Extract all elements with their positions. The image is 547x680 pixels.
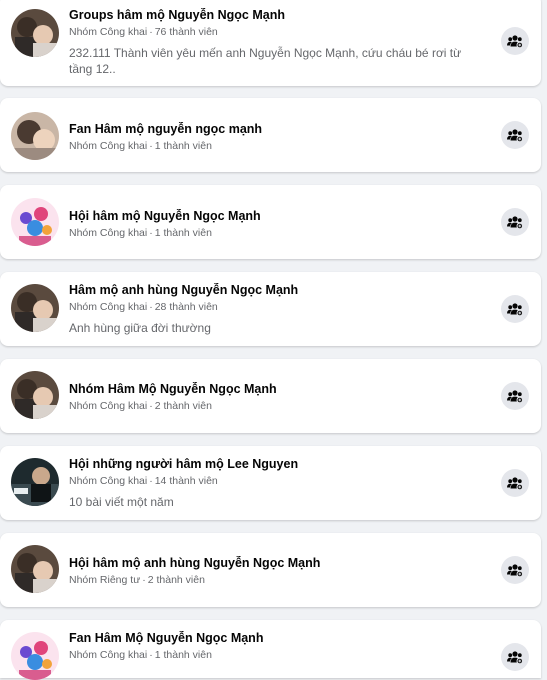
group-result-card[interactable]: Fan Hâm Mộ Nguyễn Ngọc Mạnh Nhóm Công kh… xyxy=(0,620,541,680)
join-group-button[interactable] xyxy=(501,556,529,584)
join-group-button[interactable] xyxy=(501,208,529,236)
join-group-button[interactable] xyxy=(501,121,529,149)
group-member-count: 76 thành viên xyxy=(154,26,218,38)
group-member-count: 2 thành viên xyxy=(147,574,205,586)
group-result-card[interactable]: Hội hâm mộ Nguyễn Ngọc Mạnh Nhóm Công kh… xyxy=(0,185,541,259)
group-privacy: Nhóm Công khai xyxy=(69,475,148,487)
group-join-icon xyxy=(507,302,523,316)
group-meta: Nhóm Công khai · 2 thành viên xyxy=(69,400,212,412)
group-member-count: 28 thành viên xyxy=(154,301,218,313)
group-member-count: 1 thành viên xyxy=(154,140,212,152)
group-meta: Nhóm Công khai · 14 thành viên xyxy=(69,475,218,487)
group-avatar[interactable] xyxy=(11,198,59,246)
group-meta: Nhóm Công khai · 76 thành viên xyxy=(69,26,218,38)
group-privacy: Nhóm Công khai xyxy=(69,227,148,239)
group-description: Anh hùng giữa đời thường xyxy=(69,321,211,335)
group-meta: Nhóm Công khai · 28 thành viên xyxy=(69,301,218,313)
group-member-count: 2 thành viên xyxy=(154,400,212,412)
group-join-icon xyxy=(507,476,523,490)
group-result-card[interactable]: Groups hâm mộ Nguyễn Ngọc Mạnh Nhóm Công… xyxy=(0,0,541,86)
group-privacy: Nhóm Công khai xyxy=(69,26,148,38)
group-result-card[interactable]: Hội hâm mộ anh hùng Nguyễn Ngọc Mạnh Nhó… xyxy=(0,533,541,607)
group-search-results: Groups hâm mộ Nguyễn Ngọc Mạnh Nhóm Công… xyxy=(0,0,547,680)
join-group-button[interactable] xyxy=(501,295,529,323)
group-join-icon xyxy=(507,215,523,229)
group-privacy: Nhóm Công khai xyxy=(69,140,148,152)
group-meta: Nhóm Công khai · 1 thành viên xyxy=(69,227,212,239)
group-join-icon xyxy=(507,650,523,664)
group-avatar[interactable] xyxy=(11,458,59,506)
group-avatar[interactable] xyxy=(11,371,59,419)
group-result-card[interactable]: Fan Hâm mộ nguyễn ngọc mạnh Nhóm Công kh… xyxy=(0,98,541,172)
group-name[interactable]: Hội những người hâm mộ Lee Nguyen xyxy=(69,457,481,471)
group-result-card[interactable]: Hâm mộ anh hùng Nguyễn Ngọc Mạnh Nhóm Cô… xyxy=(0,272,541,346)
join-group-button[interactable] xyxy=(501,382,529,410)
group-join-icon xyxy=(507,128,523,142)
group-avatar[interactable] xyxy=(11,632,59,680)
group-result-card[interactable]: Hội những người hâm mộ Lee Nguyen Nhóm C… xyxy=(0,446,541,520)
group-name[interactable]: Fan Hâm Mộ Nguyễn Ngọc Mạnh xyxy=(69,631,481,645)
group-privacy: Nhóm Công khai xyxy=(69,400,148,412)
group-avatar[interactable] xyxy=(11,9,59,57)
group-result-card[interactable]: Nhóm Hâm Mộ Nguyễn Ngọc Mạnh Nhóm Công k… xyxy=(0,359,541,433)
group-description: 232.111 Thành viên yêu mến anh Nguyễn Ng… xyxy=(69,46,462,76)
group-privacy: Nhóm Công khai xyxy=(69,301,148,313)
group-join-icon xyxy=(507,34,523,48)
join-group-button[interactable] xyxy=(501,469,529,497)
group-description: 10 bài viết một năm xyxy=(69,495,174,509)
group-join-icon xyxy=(507,389,523,403)
group-avatar[interactable] xyxy=(11,545,59,593)
group-meta: Nhóm Công khai · 1 thành viên xyxy=(69,649,212,661)
join-group-button[interactable] xyxy=(501,27,529,55)
group-privacy: Nhóm Riêng tư xyxy=(69,574,141,586)
group-avatar[interactable] xyxy=(11,284,59,332)
group-name[interactable]: Nhóm Hâm Mộ Nguyễn Ngọc Mạnh xyxy=(69,382,481,396)
group-name[interactable]: Hâm mộ anh hùng Nguyễn Ngọc Mạnh xyxy=(69,283,481,297)
group-name[interactable]: Groups hâm mộ Nguyễn Ngọc Mạnh xyxy=(69,8,481,22)
join-group-button[interactable] xyxy=(501,643,529,671)
group-avatar[interactable] xyxy=(11,112,59,160)
group-name[interactable]: Hội hâm mộ anh hùng Nguyễn Ngọc Mạnh xyxy=(69,556,481,570)
group-member-count: 1 thành viên xyxy=(154,227,212,239)
group-meta: Nhóm Riêng tư · 2 thành viên xyxy=(69,574,205,586)
group-name[interactable]: Hội hâm mộ Nguyễn Ngọc Mạnh xyxy=(69,209,481,223)
group-member-count: 1 thành viên xyxy=(154,649,212,661)
group-member-count: 14 thành viên xyxy=(154,475,218,487)
group-privacy: Nhóm Công khai xyxy=(69,649,148,661)
group-meta: Nhóm Công khai · 1 thành viên xyxy=(69,140,212,152)
group-join-icon xyxy=(507,563,523,577)
group-name[interactable]: Fan Hâm mộ nguyễn ngọc mạnh xyxy=(69,122,481,136)
